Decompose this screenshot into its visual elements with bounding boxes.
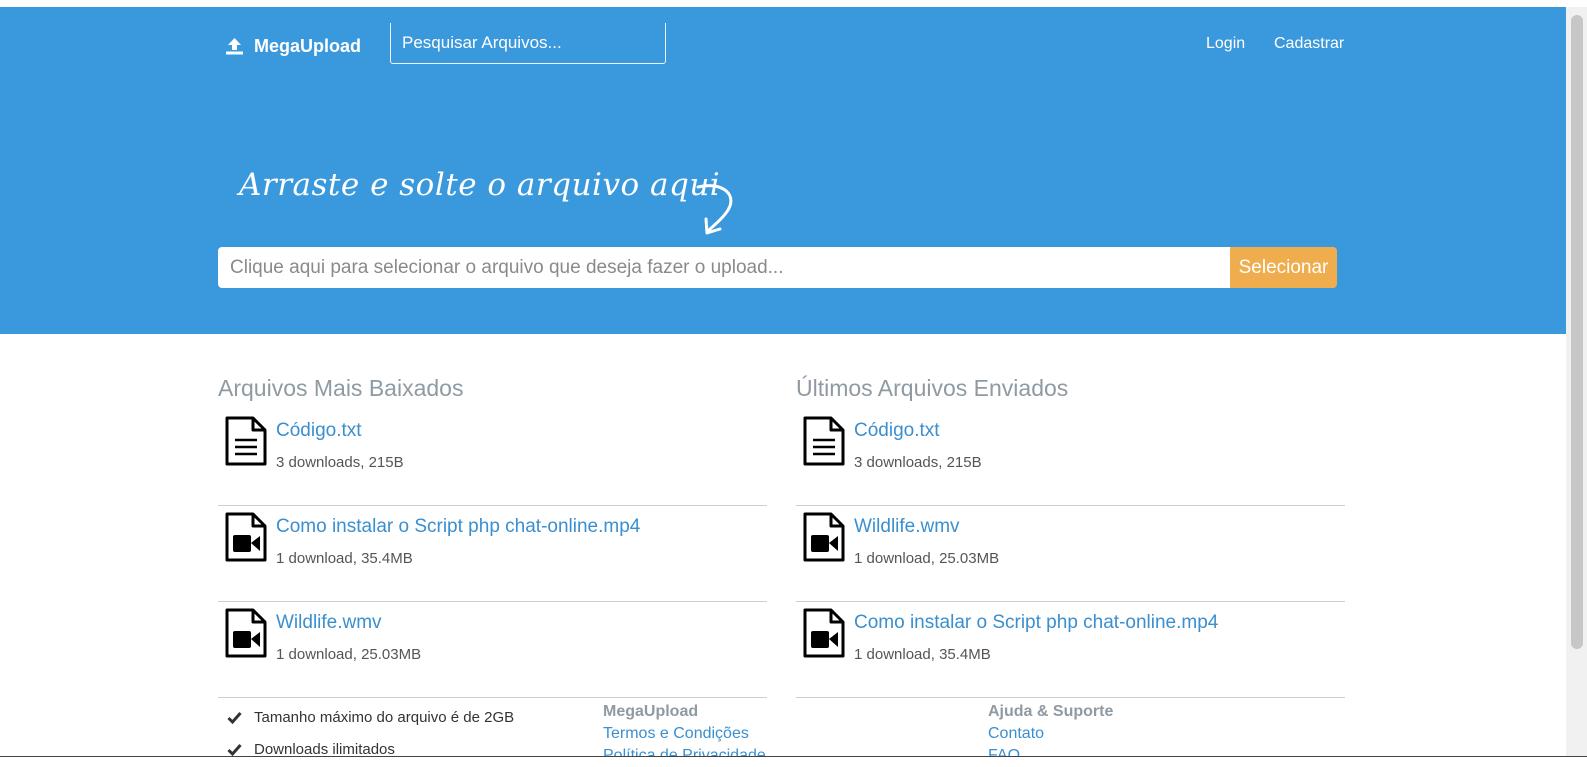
search-input[interactable] <box>390 23 666 64</box>
check-icon <box>227 743 242 756</box>
terms-link[interactable]: Termos e Condições <box>603 725 766 747</box>
file-meta: 1 download, 25.03MB <box>276 646 422 663</box>
hero-section: MegaUpload Login Cadastrar Arraste e sol… <box>0 7 1566 334</box>
latest-uploads-heading: Últimos Arquivos Enviados <box>796 375 1069 401</box>
drop-zone-title: Arraste e solte o arquivo aqui <box>239 167 721 203</box>
login-link[interactable]: Login <box>1206 35 1245 53</box>
file-list-item: Wildlife.wmv 1 download, 25.03MB <box>796 506 1345 602</box>
footer-help-heading: Ajuda & Suporte <box>988 703 1114 720</box>
video-file-icon <box>225 608 267 658</box>
file-list-item: Wildlife.wmv 1 download, 25.03MB <box>218 602 767 698</box>
file-link[interactable]: Como instalar o Script php chat-online.m… <box>854 612 1218 634</box>
file-list-item: Código.txt 3 downloads, 215B <box>218 410 767 506</box>
video-file-icon <box>225 512 267 562</box>
file-upload-box: Selecionar <box>218 247 1337 288</box>
bottom-strip <box>0 757 1587 767</box>
vertical-scrollbar[interactable] <box>1566 7 1587 757</box>
text-file-icon <box>225 416 267 466</box>
feature-text: Downloads ilimitados <box>254 740 395 758</box>
file-meta: 1 download, 25.03MB <box>854 550 1000 567</box>
signup-link[interactable]: Cadastrar <box>1274 35 1344 53</box>
most-downloaded-heading: Arquivos Mais Baixados <box>218 375 464 401</box>
file-meta: 3 downloads, 215B <box>854 454 982 471</box>
brand-link[interactable]: MegaUpload <box>225 35 361 57</box>
page: MegaUpload Login Cadastrar Arraste e sol… <box>0 0 1587 767</box>
check-icon <box>227 711 242 724</box>
file-link[interactable]: Código.txt <box>854 420 940 442</box>
file-select-input[interactable] <box>218 247 1230 288</box>
text-file-icon <box>803 416 845 466</box>
file-meta: 1 download, 35.4MB <box>854 646 991 663</box>
contact-link[interactable]: Contato <box>988 725 1113 747</box>
curved-arrow-icon <box>696 184 733 235</box>
file-link[interactable]: Wildlife.wmv <box>276 612 382 634</box>
file-link[interactable]: Código.txt <box>276 420 362 442</box>
footer-megaupload-heading: MegaUpload <box>603 703 699 720</box>
file-link[interactable]: Wildlife.wmv <box>854 516 960 538</box>
file-meta: 3 downloads, 215B <box>276 454 404 471</box>
latest-uploads-section: Últimos Arquivos Enviados Código.txt 3 d… <box>796 374 1345 698</box>
feature-item: Tamanho máximo do arquivo é de 2GB <box>227 706 514 728</box>
file-list-item: Como instalar o Script php chat-online.m… <box>218 506 767 602</box>
top-strip <box>0 0 1587 7</box>
upload-icon <box>226 38 243 55</box>
video-file-icon <box>803 608 845 658</box>
feature-text: Tamanho máximo do arquivo é de 2GB <box>254 708 515 726</box>
brand-name: MegaUpload <box>254 35 362 56</box>
video-file-icon <box>803 512 845 562</box>
file-meta: 1 download, 35.4MB <box>276 550 413 567</box>
scrollbar-thumb[interactable] <box>1571 15 1583 649</box>
most-downloaded-section: Arquivos Mais Baixados Código.txt 3 down… <box>218 374 767 698</box>
file-list-item: Como instalar o Script php chat-online.m… <box>796 602 1345 698</box>
file-list-item: Código.txt 3 downloads, 215B <box>796 410 1345 506</box>
select-file-button[interactable]: Selecionar <box>1230 247 1337 288</box>
file-link[interactable]: Como instalar o Script php chat-online.m… <box>276 516 640 538</box>
